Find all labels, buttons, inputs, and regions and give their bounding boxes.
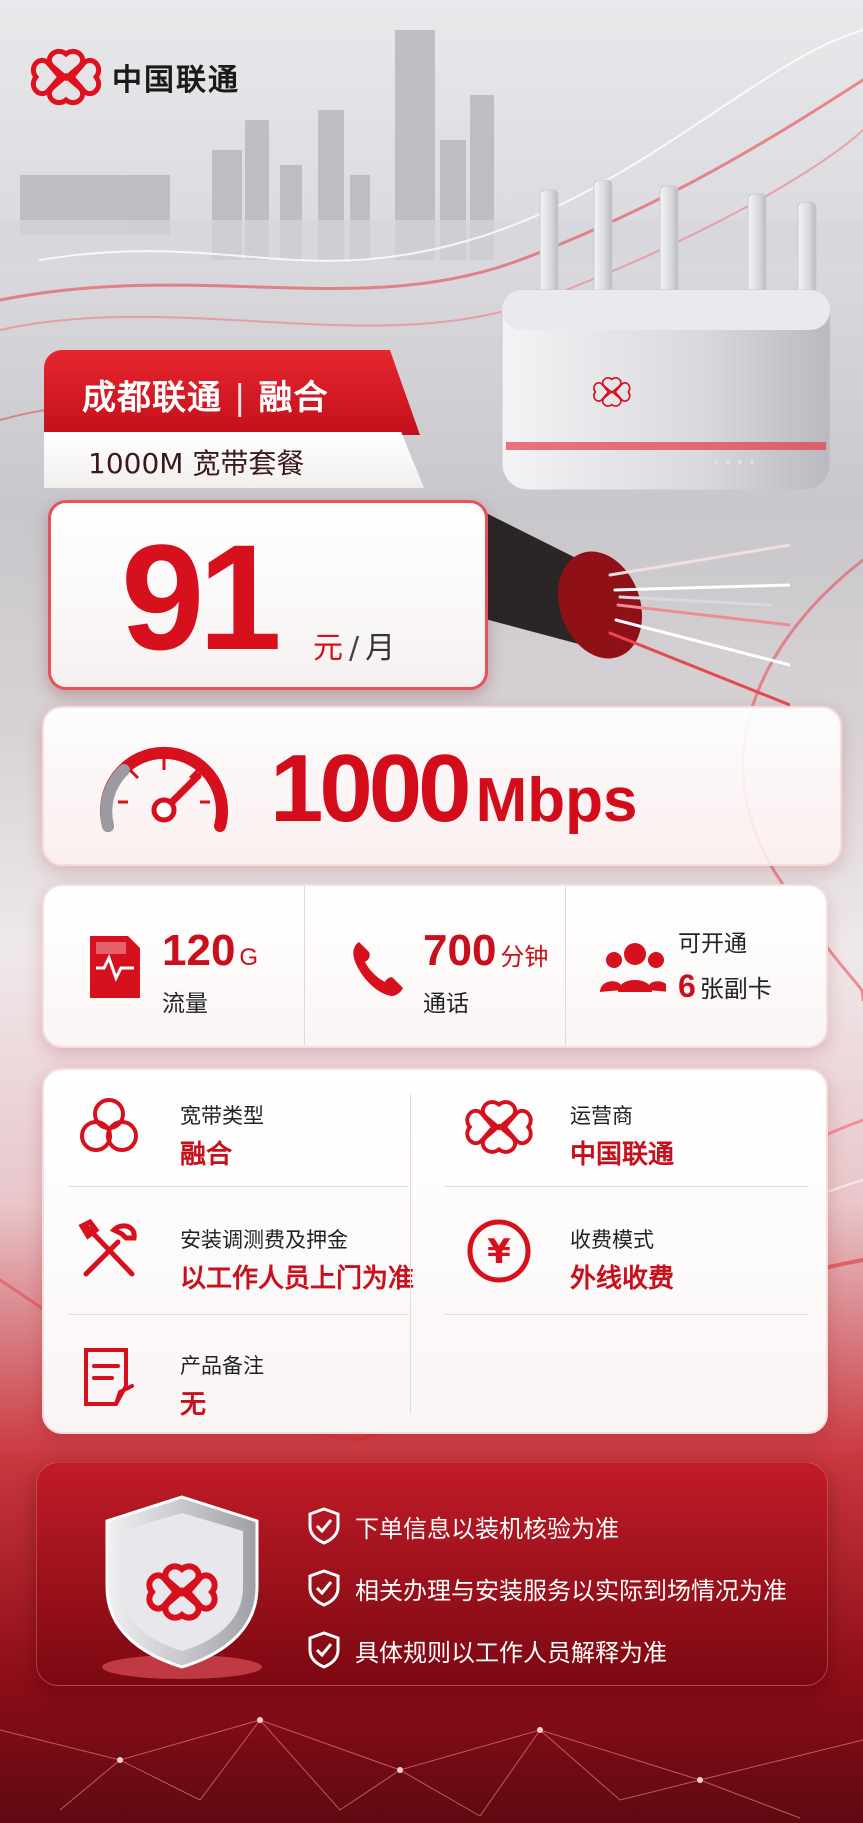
- price-box: 91 元 / 月: [48, 500, 488, 690]
- remark-value: 无: [180, 1390, 207, 1420]
- phone-icon: [353, 942, 403, 996]
- broadband-type-label: 宽带类型: [180, 1104, 264, 1128]
- carrier-value: 中国联通: [570, 1140, 675, 1170]
- package-title-banner: 成都联通 | 融合: [44, 350, 420, 435]
- package-tag: 融合: [258, 378, 329, 418]
- speedometer-icon: [100, 746, 228, 832]
- divider: [68, 1314, 408, 1315]
- extra-cards-unit: 张副卡: [699, 976, 772, 1003]
- calls-label: 通话: [423, 991, 469, 1017]
- install-fee-label: 安装调测费及押金: [180, 1228, 348, 1252]
- features-card: 120 G 流量 700 分钟 通话 可开通 6 张副卡: [42, 884, 828, 1048]
- fiber-cable-image: [470, 505, 790, 707]
- feature-data: 120 G 流量: [44, 886, 304, 1046]
- price-slash: /: [349, 631, 360, 666]
- calls-unit: 分钟: [500, 944, 549, 971]
- unicom-knot-icon: [30, 48, 102, 106]
- price-currency: 元: [313, 631, 343, 666]
- note-text: 具体规则以工作人员解释为准: [355, 1638, 667, 1667]
- extra-cards-value: 6: [678, 968, 696, 1004]
- carrier-label: 运营商: [570, 1104, 633, 1128]
- feature-extra-cards: 可开通 6 张副卡: [565, 886, 826, 1046]
- data-value: 120: [162, 926, 236, 975]
- city-label: 成都联通: [82, 378, 222, 418]
- calls-amount: 700 分钟: [423, 926, 548, 976]
- note-edit-icon: [84, 1348, 134, 1406]
- price-unit: 元 / 月: [313, 623, 395, 667]
- svg-text:¥: ¥: [487, 1232, 511, 1272]
- title-separator: |: [234, 378, 247, 418]
- note-item: 具体规则以工作人员解释为准: [307, 1619, 787, 1681]
- divider: [444, 1314, 808, 1315]
- data-amount: 120 G: [162, 926, 258, 976]
- vertical-divider: [410, 1094, 411, 1414]
- note-text: 相关办理与安装服务以实际到场情况为准: [355, 1576, 787, 1605]
- divider: [68, 1186, 408, 1187]
- info-carrier: 运营商 中国联通: [434, 1070, 804, 1180]
- notes-card: 下单信息以装机核验为准 相关办理与安装服务以实际到场情况为准 具体规则以工作人员…: [36, 1462, 828, 1686]
- users-icon: [600, 943, 666, 992]
- billing-label: 收费模式: [570, 1228, 654, 1252]
- divider: [444, 1186, 808, 1187]
- speed-value: 1000 Mbps: [270, 734, 637, 844]
- install-fee-value: 以工作人员上门为准: [180, 1264, 415, 1294]
- data-unit: G: [239, 944, 259, 971]
- note-item: 下单信息以装机核验为准: [307, 1495, 787, 1557]
- info-remark: 产品备注 无: [44, 1320, 414, 1430]
- shield-check-icon: [308, 1569, 340, 1607]
- speed-unit: Mbps: [475, 766, 638, 835]
- extra-cards-top: 可开通: [678, 931, 747, 957]
- shield-check-icon: [308, 1631, 340, 1669]
- feature-calls: 700 分钟 通话: [304, 886, 565, 1046]
- note-text: 下单信息以装机核验为准: [355, 1514, 619, 1543]
- extra-cards-amount: 6 张副卡: [678, 968, 772, 1005]
- shield-icon: [102, 1495, 262, 1679]
- speed-number: 1000: [270, 735, 472, 842]
- broadband-type-value: 融合: [180, 1140, 233, 1170]
- speed-card: 1000 Mbps: [42, 706, 842, 866]
- unicom-knot-icon: [465, 1100, 533, 1154]
- notes-list: 下单信息以装机核验为准 相关办理与安装服务以实际到场情况为准 具体规则以工作人员…: [307, 1495, 787, 1681]
- price-amount: 91: [121, 513, 282, 681]
- brand-name: 中国联通: [112, 63, 240, 98]
- calls-value: 700: [423, 926, 497, 975]
- tools-icon: [78, 1218, 137, 1277]
- billing-value: 外线收费: [570, 1264, 675, 1294]
- info-card: 宽带类型 融合 运营商 中国联通 安装调测费及押金 以工作人员上门为准 ¥ 收费…: [42, 1068, 828, 1434]
- data-card-icon: [90, 936, 140, 998]
- network-lines-decoration: [0, 1717, 863, 1819]
- info-billing: ¥ 收费模式 外线收费: [434, 1194, 804, 1304]
- yen-coin-icon: ¥: [467, 1219, 531, 1283]
- info-install-fee: 安装调测费及押金 以工作人员上门为准: [44, 1194, 414, 1304]
- price-period: 月: [365, 631, 396, 666]
- remark-label: 产品备注: [180, 1354, 264, 1378]
- three-circles-icon: [80, 1098, 138, 1152]
- router-image: [501, 180, 831, 491]
- brand-logo: 中国联通: [30, 48, 240, 106]
- shield-check-icon: [308, 1507, 340, 1545]
- note-item: 相关办理与安装服务以实际到场情况为准: [307, 1557, 787, 1619]
- package-subtitle: 1000M 宽带套餐: [44, 432, 424, 488]
- info-broadband-type: 宽带类型 融合: [44, 1070, 414, 1180]
- data-label: 流量: [162, 991, 208, 1017]
